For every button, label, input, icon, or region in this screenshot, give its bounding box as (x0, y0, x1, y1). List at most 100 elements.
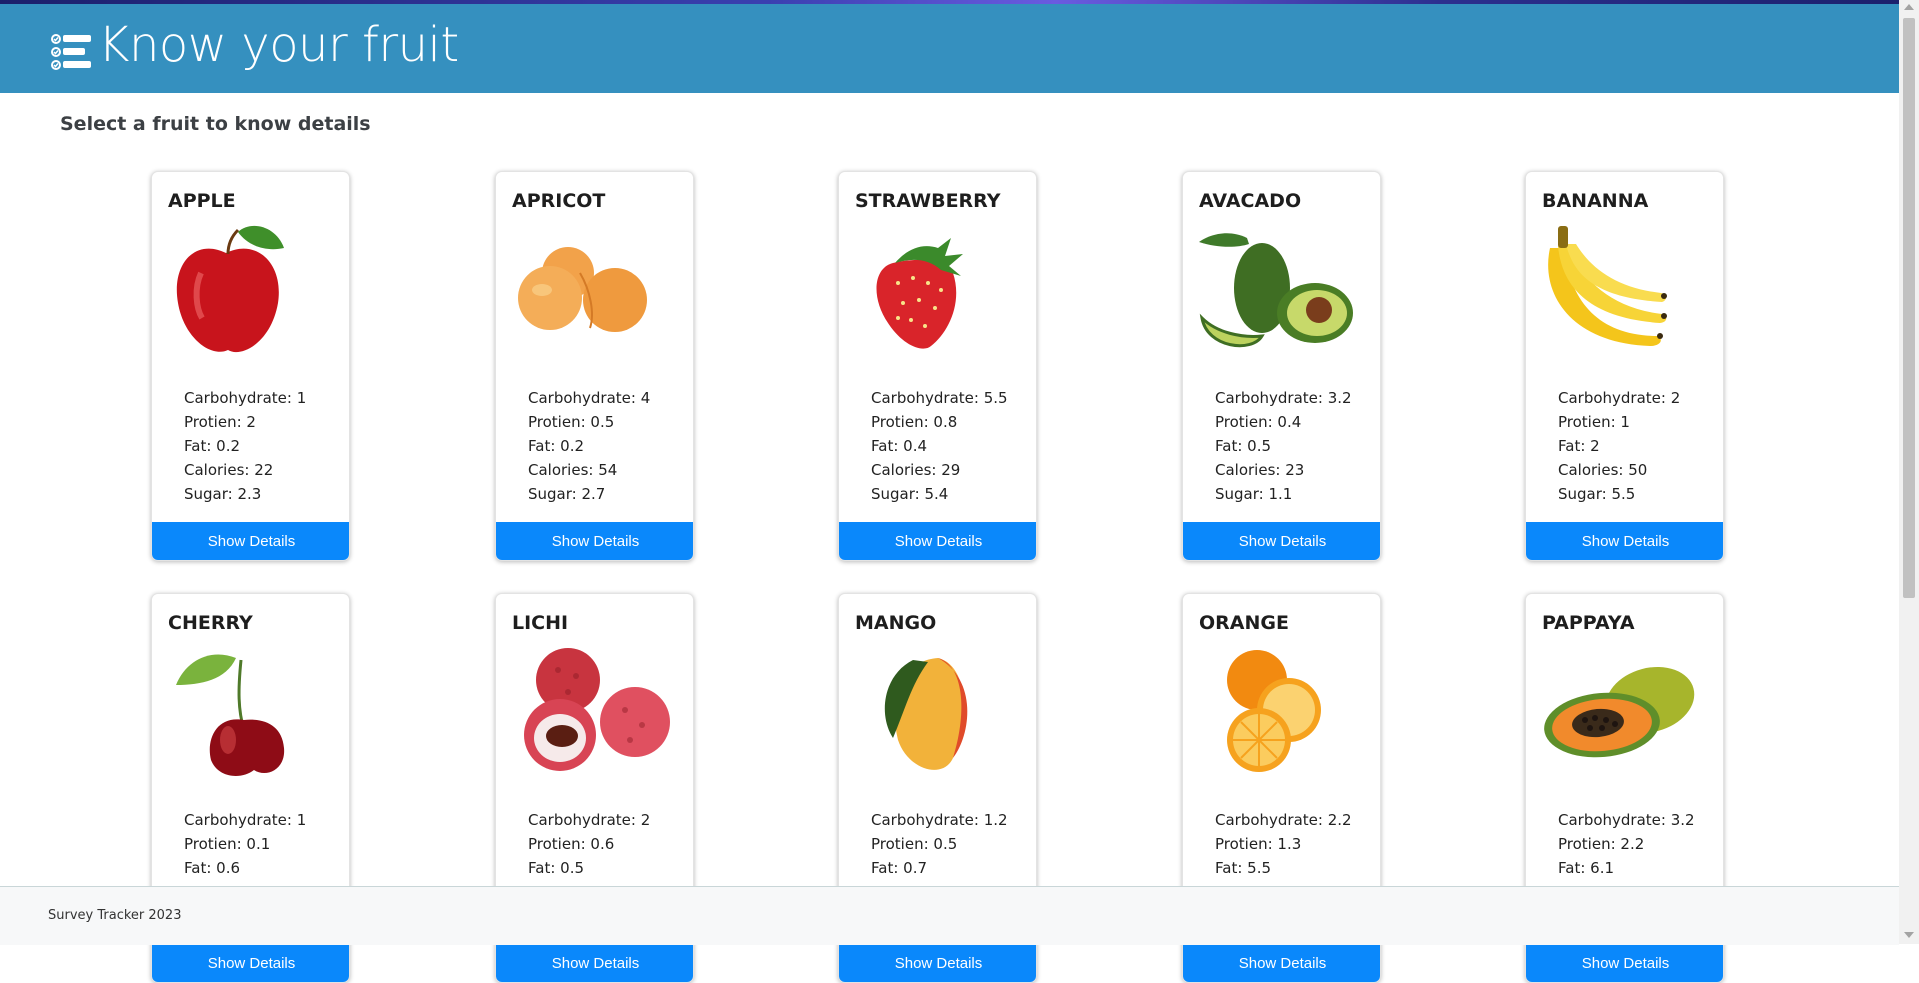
fat-label: Fat: (1215, 437, 1243, 455)
fat-label: Fat: (184, 859, 212, 877)
protein-value: 0.6 (590, 835, 615, 853)
protein-value: 0.5 (590, 413, 615, 431)
carbohydrate-value: 2 (1670, 389, 1681, 407)
sugar-label: Sugar: (1558, 485, 1607, 503)
nutrition-fat: Fat: 0.4 (871, 434, 1008, 458)
sugar-value: 2.3 (237, 485, 262, 503)
protein-value: 0.4 (1277, 413, 1302, 431)
nutrition-list: Carbohydrate: 4 Protien: 0.5 Fat: 0.2 Calor… (528, 386, 650, 506)
fruit-name: CHERRY (168, 612, 253, 634)
fruit-name: APRICOT (512, 190, 606, 212)
protein-label: Protien: (528, 835, 586, 853)
protein-value: 2 (246, 413, 256, 431)
fruit-name: LICHI (512, 612, 569, 634)
pappaya-image (1544, 666, 1695, 758)
carbohydrate-label: Carbohydrate: (528, 389, 636, 407)
fat-value: 0.7 (903, 859, 928, 877)
fat-label: Fat: (528, 437, 556, 455)
nutrition-fat: Fat: 6.1 (1558, 856, 1695, 880)
app-header: Know your fruit (0, 4, 1899, 93)
nutrition-list: Carbohydrate: 3.2 Protien: 2.2 Fat: 6.1 (1558, 808, 1695, 880)
nutrition-protein: Protien: 0.4 (1215, 410, 1352, 434)
show-details-button[interactable]: Show Details (1183, 522, 1380, 560)
protein-label: Protien: (1215, 413, 1273, 431)
nutrition-fat: Fat: 0.2 (528, 434, 650, 458)
orange-image (1227, 650, 1321, 772)
protein-value: 0.1 (246, 835, 271, 853)
carbohydrate-value: 4 (640, 389, 651, 407)
fat-value: 6.1 (1590, 859, 1615, 877)
nutrition-fat: Fat: 0.5 (528, 856, 650, 880)
fat-value: 5.5 (1247, 859, 1272, 877)
fruit-card-bananna: BANANNA Carbohydrate: 2 Protien: 1 Fat: 2 Ca… (1525, 171, 1724, 561)
carbohydrate-value: 1 (296, 389, 307, 407)
fat-value: 0.2 (560, 437, 585, 455)
protein-label: Protien: (1558, 835, 1616, 853)
page-scrollbar[interactable] (1899, 0, 1919, 944)
scroll-up-arrow-icon[interactable] (1904, 4, 1914, 10)
carbohydrate-label: Carbohydrate: (871, 389, 979, 407)
fat-value: 0.5 (1247, 437, 1272, 455)
fruit-name: PAPPAYA (1542, 612, 1635, 634)
fruit-name: MANGO (855, 612, 937, 634)
show-details-button[interactable]: Show Details (839, 522, 1036, 560)
scroll-down-arrow-icon[interactable] (1904, 932, 1914, 938)
calories-label: Calories: (528, 461, 594, 479)
footer: Survey Tracker 2023 (0, 886, 1899, 945)
show-details-button[interactable]: Show Details (1526, 522, 1723, 560)
show-details-button[interactable]: Show Details (496, 522, 693, 560)
nutrition-protein: Protien: 0.5 (528, 410, 650, 434)
calories-value: 23 (1285, 461, 1305, 479)
nutrition-carbohydrate: Carbohydrate: 1 (184, 386, 306, 410)
protein-label: Protien: (871, 835, 929, 853)
nutrition-protein: Protien: 2.2 (1558, 832, 1695, 856)
app-title: Know your fruit (98, 17, 459, 73)
fat-label: Fat: (871, 437, 899, 455)
show-details-button[interactable]: Show Details (1183, 944, 1380, 982)
checklist-icon (51, 34, 91, 70)
sugar-value: 5.5 (1611, 485, 1636, 503)
protein-label: Protien: (871, 413, 929, 431)
protein-value: 1.3 (1277, 835, 1302, 853)
scroll-thumb[interactable] (1903, 18, 1915, 598)
calories-label: Calories: (871, 461, 937, 479)
nutrition-fat: Fat: 0.7 (871, 856, 1008, 880)
nutrition-calories: Calories: 50 (1558, 458, 1680, 482)
fruit-name: STRAWBERRY (855, 190, 1001, 212)
cherry-image (176, 654, 285, 776)
fruit-name: BANANNA (1542, 190, 1649, 212)
show-details-button[interactable]: Show Details (152, 522, 349, 560)
nutrition-list: Carbohydrate: 2.2 Protien: 1.3 Fat: 5.5 (1215, 808, 1352, 880)
nutrition-list: Carbohydrate: 2 Protien: 0.6 Fat: 0.5 (528, 808, 650, 880)
sugar-value: 5.4 (924, 485, 949, 503)
show-details-button[interactable]: Show Details (152, 944, 349, 982)
fruit-name: APPLE (168, 190, 236, 212)
nutrition-fat: Fat: 0.2 (184, 434, 306, 458)
carbohydrate-value: 3.2 (1670, 811, 1695, 829)
fat-label: Fat: (1215, 859, 1243, 877)
nutrition-sugar: Sugar: 5.4 (871, 482, 1008, 506)
nutrition-carbohydrate: Carbohydrate: 3.2 (1215, 386, 1352, 410)
nutrition-sugar: Sugar: 5.5 (1558, 482, 1680, 506)
nutrition-calories: Calories: 22 (184, 458, 306, 482)
nutrition-fat: Fat: 0.5 (1215, 434, 1352, 458)
nutrition-list: Carbohydrate: 2 Protien: 1 Fat: 2 Calories:… (1558, 386, 1680, 506)
show-details-button[interactable]: Show Details (839, 944, 1036, 982)
fruit-card-apricot: APRICOT Carbohydrate: 4 Protien: 0.5 Fat: 0… (495, 171, 694, 561)
nutrition-list: Carbohydrate: 3.2 Protien: 0.4 Fat: 0.5 Cal… (1215, 386, 1352, 506)
protein-value: 0.8 (933, 413, 958, 431)
protein-label: Protien: (528, 413, 586, 431)
nutrition-carbohydrate: Carbohydrate: 3.2 (1558, 808, 1695, 832)
fat-value: 0.5 (560, 859, 585, 877)
show-details-button[interactable]: Show Details (1526, 944, 1723, 982)
sugar-label: Sugar: (1215, 485, 1264, 503)
show-details-button[interactable]: Show Details (496, 944, 693, 982)
nutrition-calories: Calories: 29 (871, 458, 1008, 482)
fat-label: Fat: (871, 859, 899, 877)
nutrition-protein: Protien: 1.3 (1215, 832, 1352, 856)
carbohydrate-label: Carbohydrate: (184, 389, 292, 407)
protein-label: Protien: (1558, 413, 1616, 431)
nutrition-fat: Fat: 5.5 (1215, 856, 1352, 880)
nutrition-protein: Protien: 0.1 (184, 832, 306, 856)
nutrition-calories: Calories: 54 (528, 458, 650, 482)
